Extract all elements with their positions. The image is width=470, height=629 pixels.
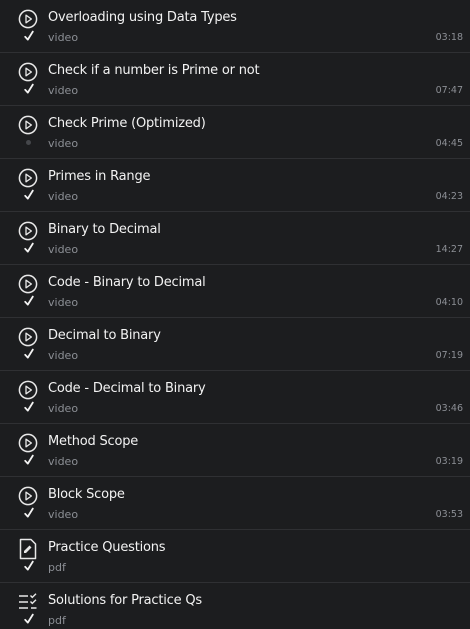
play-circle-icon — [18, 432, 38, 454]
checkmark-icon — [24, 189, 34, 201]
lecture-row[interactable]: Primes in Range video 04:23 — [0, 159, 470, 212]
checkmark-icon — [24, 83, 34, 95]
lecture-type: video — [48, 243, 79, 256]
checkmark-icon — [24, 613, 34, 625]
incomplete-dot-icon — [26, 140, 31, 145]
lecture-type: pdf — [48, 614, 66, 627]
checkmark-icon — [24, 348, 34, 360]
lecture-type: video — [48, 84, 79, 97]
lecture-type: video — [48, 402, 79, 415]
checkmark-icon — [24, 454, 34, 466]
lecture-type: video — [48, 190, 79, 203]
play-circle-icon — [18, 8, 38, 30]
lecture-duration: 03:19 — [435, 456, 463, 467]
lecture-duration: 14:27 — [435, 244, 463, 255]
play-circle-icon — [18, 485, 38, 507]
lecture-title: Check if a number is Prime or not — [48, 63, 260, 78]
lecture-title: Binary to Decimal — [48, 222, 161, 237]
play-circle-icon — [18, 379, 38, 401]
checkmark-icon — [24, 560, 34, 572]
lecture-row[interactable]: Method Scope video 03:19 — [0, 424, 470, 477]
lecture-row[interactable]: Overloading using Data Types video 03:18 — [0, 0, 470, 53]
lecture-row[interactable]: Binary to Decimal video 14:27 — [0, 212, 470, 265]
lecture-title: Decimal to Binary — [48, 328, 161, 343]
lecture-row[interactable]: Practice Questions pdf — [0, 530, 470, 583]
lecture-row[interactable]: Code - Binary to Decimal video 04:10 — [0, 265, 470, 318]
lecture-type: video — [48, 508, 79, 521]
document-icon — [18, 538, 38, 560]
lecture-type: video — [48, 349, 79, 362]
checkmark-icon — [24, 401, 34, 413]
lecture-title: Overloading using Data Types — [48, 10, 237, 25]
lecture-title: Method Scope — [48, 434, 139, 449]
lecture-title: Block Scope — [48, 487, 125, 502]
lecture-type: video — [48, 455, 79, 468]
lecture-row[interactable]: Block Scope video 03:53 — [0, 477, 470, 530]
lecture-duration: 04:10 — [435, 297, 463, 308]
lecture-title: Primes in Range — [48, 169, 151, 184]
lecture-type: video — [48, 31, 79, 44]
play-circle-icon — [18, 61, 38, 83]
lecture-duration: 04:45 — [435, 138, 463, 149]
play-circle-icon — [18, 167, 38, 189]
lecture-duration: 03:46 — [435, 403, 463, 414]
lecture-duration: 07:19 — [435, 350, 463, 361]
lecture-title: Code - Binary to Decimal — [48, 275, 206, 290]
checkmark-icon — [24, 507, 34, 519]
lecture-row[interactable]: Check Prime (Optimized) video 04:45 — [0, 106, 470, 159]
checkmark-icon — [24, 242, 34, 254]
lecture-type: video — [48, 296, 79, 309]
lecture-row[interactable]: Solutions for Practice Qs pdf — [0, 583, 470, 629]
lecture-list: Overloading using Data Types video 03:18… — [0, 0, 470, 629]
lecture-row[interactable]: Code - Decimal to Binary video 03:46 — [0, 371, 470, 424]
play-circle-icon — [18, 114, 38, 136]
play-circle-icon — [18, 273, 38, 295]
lecture-title: Check Prime (Optimized) — [48, 116, 206, 131]
lecture-title: Practice Questions — [48, 540, 166, 555]
checkmark-icon — [24, 30, 34, 42]
lecture-duration: 03:18 — [435, 32, 463, 43]
checkmark-icon — [24, 295, 34, 307]
checklist-icon — [18, 591, 38, 613]
play-circle-icon — [18, 220, 38, 242]
play-circle-icon — [18, 326, 38, 348]
lecture-duration: 07:47 — [435, 85, 463, 96]
lecture-duration: 03:53 — [435, 509, 463, 520]
lecture-row[interactable]: Check if a number is Prime or not video … — [0, 53, 470, 106]
lecture-duration: 04:23 — [435, 191, 463, 202]
lecture-title: Solutions for Practice Qs — [48, 593, 202, 608]
lecture-title: Code - Decimal to Binary — [48, 381, 206, 396]
lecture-type: pdf — [48, 561, 66, 574]
lecture-row[interactable]: Decimal to Binary video 07:19 — [0, 318, 470, 371]
lecture-type: video — [48, 137, 79, 150]
